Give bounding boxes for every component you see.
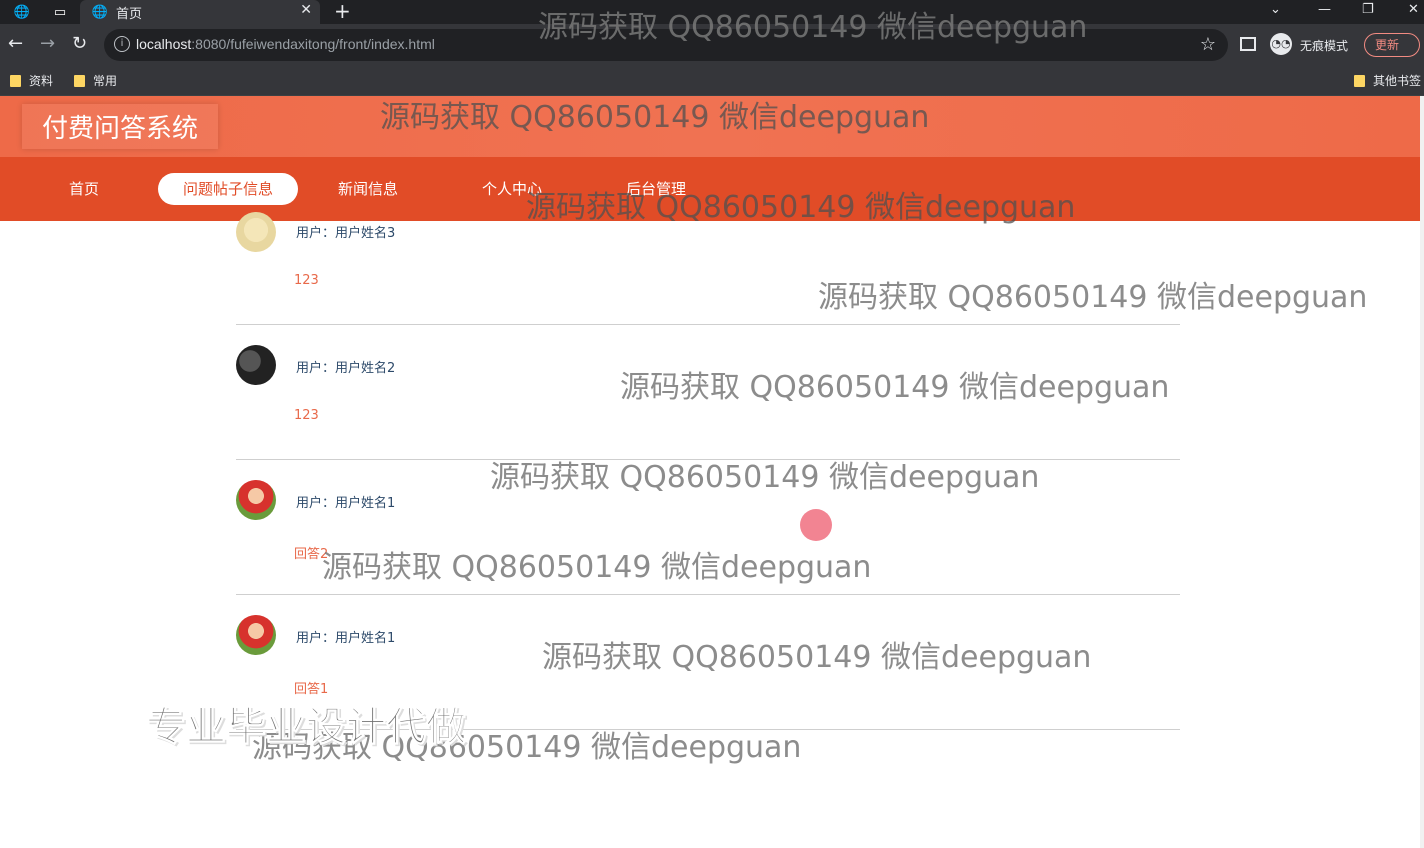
tab-strip-icon[interactable]: ▭ <box>52 4 68 20</box>
reload-icon[interactable]: ↻ <box>72 34 87 54</box>
bookmark-folder-1[interactable]: 资料 <box>10 72 53 89</box>
avatar <box>236 480 276 520</box>
avatar <box>236 345 276 385</box>
bookmarks-bar: 资料 常用 其他书签 <box>0 66 1424 96</box>
list-item: 用户：用户姓名3 123 <box>236 190 1180 325</box>
back-arrow-icon[interactable]: ← <box>8 34 23 54</box>
list-item: 用户：用户姓名2 123 <box>236 325 1180 460</box>
minimize-icon[interactable]: — <box>1318 0 1331 20</box>
user-label: 用户：用户姓名1 <box>296 496 396 511</box>
close-window-icon[interactable]: ✕ <box>1408 0 1419 20</box>
avatar <box>236 615 276 655</box>
close-icon[interactable]: ✕ <box>300 2 312 18</box>
browser-tab[interactable]: 🌐 首页 ✕ <box>80 0 320 24</box>
url-text[interactable]: localhost:8080/fufeiwendaxitong/front/in… <box>136 36 435 52</box>
reply-text: 回答2 <box>294 547 329 562</box>
other-bookmarks-label: 其他书签 <box>1373 74 1422 88</box>
address-bar[interactable]: i localhost:8080/fufeiwendaxitong/front/… <box>104 29 1228 61</box>
star-icon[interactable]: ☆ <box>1200 34 1216 55</box>
scrollbar[interactable] <box>1420 96 1424 848</box>
list-item: 用户：用户姓名1 回答2 <box>236 460 1180 595</box>
reply-text: 123 <box>294 273 319 288</box>
cursor-highlight <box>800 509 832 541</box>
promo-overlay: 专业毕业设计代做 <box>146 704 467 751</box>
folder-icon <box>74 74 85 87</box>
restore-icon[interactable]: ❐ <box>1362 0 1374 20</box>
bookmark-folder-2[interactable]: 常用 <box>74 72 117 89</box>
globe-icon[interactable]: 🌐 <box>14 4 30 20</box>
user-label: 用户：用户姓名1 <box>296 631 396 646</box>
incognito-icon[interactable]: ◔◔ <box>1270 33 1292 55</box>
new-tab-icon[interactable]: + <box>334 0 351 22</box>
site-title[interactable]: 付费问答系统 <box>22 104 219 149</box>
globe-icon: 🌐 <box>91 4 109 20</box>
url-path: :8080/fufeiwendaxitong/front/index.html <box>191 36 435 52</box>
bookmark-label: 资料 <box>29 74 54 88</box>
info-icon[interactable]: i <box>114 36 130 52</box>
other-bookmarks[interactable]: 其他书签 <box>1354 72 1421 89</box>
avatar <box>236 212 276 252</box>
reply-text: 123 <box>294 408 319 423</box>
nav-home[interactable]: 首页 <box>44 173 124 205</box>
site-header: 付费问答系统 <box>0 96 1420 157</box>
side-panel-icon[interactable] <box>1240 37 1256 51</box>
folder-icon <box>10 74 21 87</box>
user-label: 用户：用户姓名2 <box>296 361 396 376</box>
update-button[interactable]: 更新 <box>1364 33 1420 57</box>
url-host: localhost <box>136 36 192 52</box>
incognito-label[interactable]: 无痕模式 <box>1300 37 1348 54</box>
forward-arrow-icon[interactable]: → <box>40 34 55 54</box>
folder-icon <box>1354 74 1365 87</box>
tab-title: 首页 <box>116 7 143 22</box>
chevron-down-icon[interactable]: ⌄ <box>1270 0 1281 20</box>
user-label: 用户：用户姓名3 <box>296 226 396 241</box>
browser-toolbar: ← → ↻ i localhost:8080/fufeiwendaxitong/… <box>0 24 1424 66</box>
browser-tab-bar: 🌐 ▭ 🌐 首页 ✕ + ⌄ — ❐ ✕ <box>0 0 1424 24</box>
bookmark-label: 常用 <box>93 74 118 88</box>
